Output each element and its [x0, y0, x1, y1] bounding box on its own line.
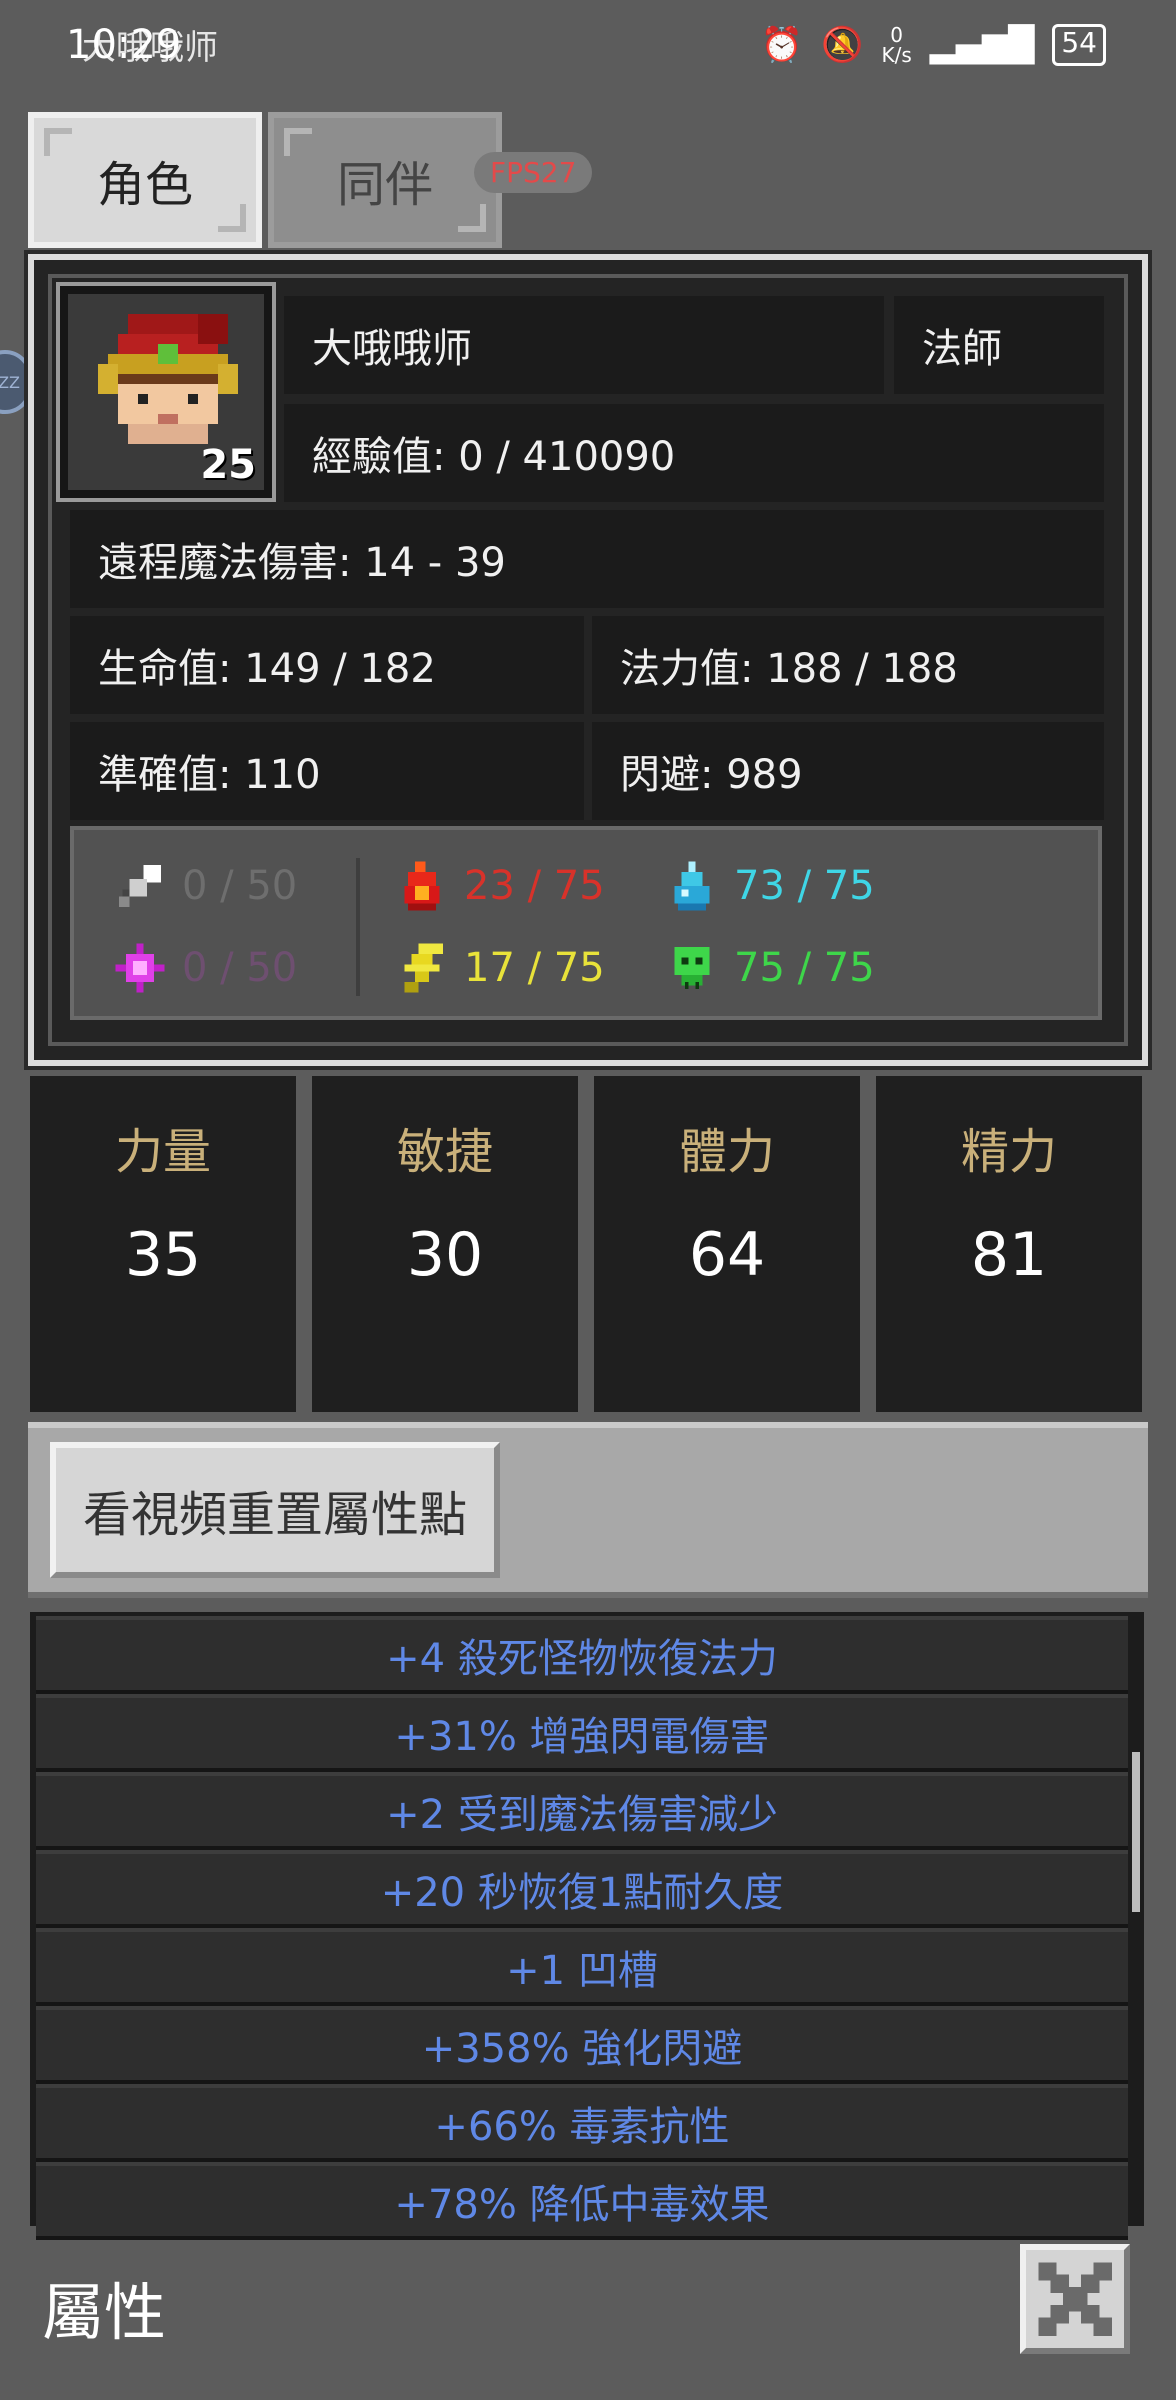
- resistance-physical: 0 / 50: [112, 858, 297, 914]
- character-name: 大哦哦师: [284, 296, 884, 394]
- attribute-energy[interactable]: 精力 81: [876, 1076, 1142, 1412]
- tab-corner-decoration: [44, 128, 72, 156]
- attribute-value: 64: [688, 1220, 766, 1290]
- list-item: +358% 強化閃避: [36, 2006, 1128, 2084]
- attribute-value: 35: [124, 1220, 202, 1290]
- resistance-value: 73 / 75: [734, 863, 875, 909]
- attribute-name: 敏捷: [396, 1124, 493, 1180]
- tab-corner-decoration: [284, 128, 312, 156]
- list-item: +66% 毒素抗性: [36, 2084, 1128, 2162]
- hp-value: 生命值: 149 / 182: [70, 616, 584, 714]
- mute-bell-icon: 🔕: [821, 25, 864, 65]
- tab-corner-decoration: [458, 204, 486, 232]
- resistance-value: 23 / 75: [464, 863, 605, 909]
- lightning-icon: [404, 943, 443, 993]
- mage-portrait-icon: [98, 314, 238, 444]
- water-drop-icon: [674, 861, 710, 911]
- list-scrollbar[interactable]: [1132, 1752, 1140, 1912]
- resistance-value: 0 / 50: [182, 863, 298, 909]
- tab-label: 同伴: [336, 157, 433, 213]
- net-speed: 0 K/s: [881, 23, 912, 67]
- accuracy-value: 準確值: 110: [70, 722, 584, 820]
- alarm-icon: ⏰: [760, 25, 804, 65]
- sword-icon: [119, 865, 161, 907]
- close-button[interactable]: [1020, 2244, 1130, 2354]
- resistance-value: 75 / 75: [734, 945, 875, 991]
- attribute-agility[interactable]: 敏捷 30: [312, 1076, 578, 1412]
- attribute-name: 精力: [960, 1124, 1057, 1180]
- tab-character[interactable]: 角色: [28, 112, 262, 248]
- resistance-fire: 23 / 75: [394, 858, 605, 914]
- resistance-magic: 0 / 50: [112, 940, 297, 996]
- attribute-strength[interactable]: 力量 35: [30, 1076, 296, 1412]
- bonus-list[interactable]: +4 殺死怪物恢復法力 +31% 增強閃電傷害 +2 受到魔法傷害減少 +20 …: [30, 1612, 1144, 2240]
- resistance-value: 17 / 75: [464, 945, 605, 991]
- resistance-poison: 75 / 75: [664, 940, 875, 996]
- close-icon: [1038, 2262, 1112, 2336]
- magic-star-icon: [115, 943, 165, 993]
- attribute-value: 30: [406, 1220, 484, 1290]
- character-class: 法師: [894, 296, 1104, 394]
- skull-poison-icon: [674, 947, 710, 989]
- resistance-cold: 73 / 75: [664, 858, 875, 914]
- page-title: 屬性: [42, 2276, 167, 2349]
- list-item: +2 受到魔法傷害減少: [36, 1772, 1128, 1850]
- character-level: 25: [200, 442, 256, 488]
- experience-value: 經驗值: 0 / 410090: [284, 404, 1104, 502]
- reset-attributes-button[interactable]: 看視頻重置屬性點: [50, 1442, 500, 1578]
- tab-companion[interactable]: 同伴: [268, 112, 502, 248]
- fire-icon: [404, 861, 440, 911]
- character-avatar[interactable]: 25: [56, 282, 276, 502]
- signal-icon: ▂▄▆█: [929, 25, 1035, 65]
- attribute-value: 81: [970, 1220, 1048, 1290]
- resistance-divider: [356, 858, 360, 996]
- tab-corner-decoration: [218, 204, 246, 232]
- damage-value: 遠程魔法傷害: 14 - 39: [70, 510, 1104, 608]
- list-item: +1 凹槽: [36, 1928, 1128, 2006]
- status-icons: ⏰ 🔕 0 K/s ▂▄▆█ 54: [761, 24, 1106, 66]
- attribute-name: 體力: [678, 1124, 775, 1180]
- list-item: +78% 降低中毒效果: [36, 2162, 1128, 2240]
- list-item: +31% 增強閃電傷害: [36, 1694, 1128, 1772]
- status-overlay-text: 大哦哦师: [82, 28, 218, 68]
- mp-value: 法力值: 188 / 188: [592, 616, 1104, 714]
- battery-icon: 54: [1052, 24, 1106, 66]
- dodge-value: 閃避: 989: [592, 722, 1104, 820]
- attribute-name: 力量: [114, 1124, 211, 1180]
- resistance-value: 0 / 50: [182, 945, 298, 991]
- tab-label: 角色: [96, 157, 193, 213]
- fps-counter: FPS27: [474, 152, 593, 193]
- list-item: +4 殺死怪物恢復法力: [36, 1616, 1128, 1694]
- list-item: +20 秒恢復1點耐久度: [36, 1850, 1128, 1928]
- resistance-lightning: 17 / 75: [394, 940, 605, 996]
- attribute-vitality[interactable]: 體力 64: [594, 1076, 860, 1412]
